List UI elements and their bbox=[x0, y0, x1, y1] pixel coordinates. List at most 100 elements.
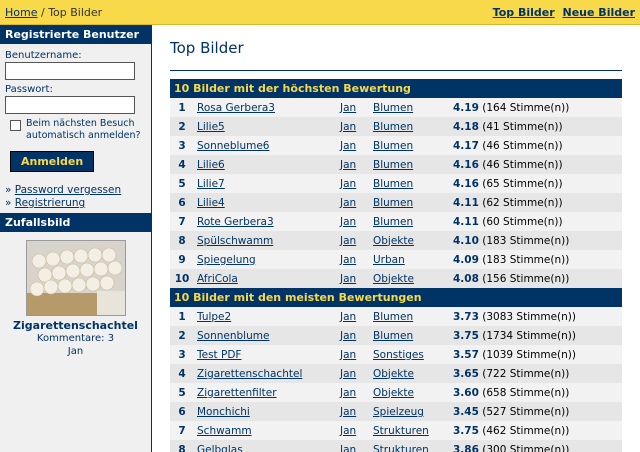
category-link[interactable]: Objekte bbox=[373, 273, 414, 285]
image-title-link[interactable]: Spülschwamm bbox=[197, 235, 273, 247]
rank-number: 3 bbox=[170, 136, 194, 155]
category-link[interactable]: Urban bbox=[373, 254, 405, 266]
vote-count: (41 Stimme(n)) bbox=[482, 120, 563, 133]
forgot-password-link[interactable]: Password vergessen bbox=[15, 184, 121, 196]
user-link[interactable]: Jan bbox=[340, 159, 356, 171]
table-row: 3 Sonneblume6 Jan Blumen 4.17 (46 Stimme(n)) bbox=[170, 136, 622, 155]
user-link[interactable]: Jan bbox=[340, 330, 356, 342]
category-link[interactable]: Spielzeug bbox=[373, 406, 424, 418]
category-link[interactable]: Sonstiges bbox=[373, 349, 424, 361]
user-link[interactable]: Jan bbox=[340, 254, 356, 266]
image-title-link[interactable]: Lilie5 bbox=[197, 121, 225, 133]
user-link[interactable]: Jan bbox=[340, 425, 356, 437]
rank-number: 7 bbox=[170, 421, 194, 440]
rating-value: 4.17 bbox=[453, 139, 479, 152]
rating-value: 3.65 bbox=[453, 367, 479, 380]
category-link[interactable]: Blumen bbox=[373, 121, 413, 133]
top-rated-section-title: 10 Bilder mit der höchsten Bewertung bbox=[170, 79, 622, 98]
image-title-link[interactable]: Zigarettenfilter bbox=[197, 387, 277, 399]
autologin-option: Beim nächsten Besuch automatisch anmelde… bbox=[5, 118, 146, 142]
user-link[interactable]: Jan bbox=[340, 140, 356, 152]
table-row: 1 Tulpe2 Jan Blumen 3.73 (3083 Stimme(n)) bbox=[170, 307, 622, 326]
vote-count: (164 Stimme(n)) bbox=[482, 101, 570, 114]
table-row: 7 Schwamm Jan Strukturen 3.75 (462 Stimme(n)… bbox=[170, 421, 622, 440]
image-title-link[interactable]: AfriCola bbox=[197, 273, 238, 285]
arrow-icon: » bbox=[5, 184, 15, 196]
top-bar: Home / Top Bilder Top Bilder Neue Bilder bbox=[0, 0, 640, 25]
image-title-link[interactable]: Spiegelung bbox=[197, 254, 256, 266]
rank-number: 4 bbox=[170, 364, 194, 383]
user-link[interactable]: Jan bbox=[340, 349, 356, 361]
table-row: 6 Lilie4 Jan Blumen 4.11 (62 Stimme(n)) bbox=[170, 193, 622, 212]
register-link[interactable]: Registrierung bbox=[15, 197, 85, 209]
image-title-link[interactable]: Rote Gerbera3 bbox=[197, 216, 274, 228]
arrow-icon: » bbox=[5, 197, 15, 209]
username-input[interactable] bbox=[5, 62, 135, 80]
table-row: 8 Gelbglas Jan Strukturen 3.86 (300 Stimme(n… bbox=[170, 440, 622, 452]
random-image-user: Jan bbox=[67, 346, 84, 357]
breadcrumb-home-link[interactable]: Home bbox=[5, 6, 37, 19]
category-link[interactable]: Blumen bbox=[373, 140, 413, 152]
image-title-link[interactable]: Lilie4 bbox=[197, 197, 225, 209]
rank-number: 7 bbox=[170, 212, 194, 231]
user-link[interactable]: Jan bbox=[340, 197, 356, 209]
category-link[interactable]: Strukturen bbox=[373, 425, 429, 437]
vote-count: (3083 Stimme(n)) bbox=[482, 310, 576, 323]
category-link[interactable]: Blumen bbox=[373, 197, 413, 209]
image-title-link[interactable]: Lilie7 bbox=[197, 178, 225, 190]
user-link[interactable]: Jan bbox=[340, 102, 356, 114]
category-link[interactable]: Objekte bbox=[373, 387, 414, 399]
vote-count: (62 Stimme(n)) bbox=[482, 196, 563, 209]
rank-number: 9 bbox=[170, 250, 194, 269]
vote-count: (46 Stimme(n)) bbox=[482, 158, 563, 171]
vote-count: (1734 Stimme(n)) bbox=[482, 329, 576, 342]
user-link[interactable]: Jan bbox=[340, 273, 356, 285]
image-title-link[interactable]: Monchichi bbox=[197, 406, 250, 418]
category-link[interactable]: Strukturen bbox=[373, 444, 429, 452]
image-title-link[interactable]: Tulpe2 bbox=[197, 311, 231, 323]
user-link[interactable]: Jan bbox=[340, 178, 356, 190]
image-title-link[interactable]: Gelbglas bbox=[197, 444, 243, 452]
user-link[interactable]: Jan bbox=[340, 311, 356, 323]
breadcrumb: Home / Top Bilder bbox=[5, 6, 102, 19]
image-title-link[interactable]: Test PDF bbox=[197, 349, 241, 361]
user-link[interactable]: Jan bbox=[340, 216, 356, 228]
category-link[interactable]: Blumen bbox=[373, 216, 413, 228]
rating-value: 4.19 bbox=[453, 101, 479, 114]
autologin-checkbox[interactable] bbox=[10, 120, 21, 131]
random-image-thumbnail[interactable] bbox=[25, 240, 126, 316]
image-title-link[interactable]: Lilie6 bbox=[197, 159, 225, 171]
category-link[interactable]: Blumen bbox=[373, 178, 413, 190]
category-link[interactable]: Objekte bbox=[373, 235, 414, 247]
vote-count: (183 Stimme(n)) bbox=[482, 253, 570, 266]
table-row: 5 Zigarettenfilter Jan Objekte 3.60 (658 Sti… bbox=[170, 383, 622, 402]
autologin-label: Beim nächsten Besuch automatisch anmelde… bbox=[26, 118, 141, 141]
category-link[interactable]: Blumen bbox=[373, 311, 413, 323]
user-link[interactable]: Jan bbox=[340, 387, 356, 399]
image-title-link[interactable]: Rosa Gerbera3 bbox=[197, 102, 275, 114]
category-link[interactable]: Blumen bbox=[373, 102, 413, 114]
rank-number: 5 bbox=[170, 174, 194, 193]
image-title-link[interactable]: Sonnenblume bbox=[197, 330, 269, 342]
rating-value: 3.73 bbox=[453, 310, 479, 323]
image-title-link[interactable]: Schwamm bbox=[197, 425, 252, 437]
category-link[interactable]: Objekte bbox=[373, 368, 414, 380]
image-title-link[interactable]: Sonneblume6 bbox=[197, 140, 269, 152]
table-row: 3 Test PDF Jan Sonstiges 3.57 (1039 Stimme(n… bbox=[170, 345, 622, 364]
user-link[interactable]: Jan bbox=[340, 368, 356, 380]
category-link[interactable]: Blumen bbox=[373, 159, 413, 171]
image-title-link[interactable]: Zigarettenschachtel bbox=[197, 368, 302, 380]
user-link[interactable]: Jan bbox=[340, 406, 356, 418]
user-link[interactable]: Jan bbox=[340, 444, 356, 452]
category-link[interactable]: Blumen bbox=[373, 330, 413, 342]
user-link[interactable]: Jan bbox=[340, 235, 356, 247]
login-button[interactable]: Anmelden bbox=[10, 151, 95, 172]
nav-neue-bilder-link[interactable]: Neue Bilder bbox=[563, 6, 635, 19]
nav-top-bilder-link[interactable]: Top Bilder bbox=[493, 6, 555, 19]
random-image-name[interactable]: Zigarettenschachtel bbox=[0, 319, 151, 332]
main-content: Top Bilder 10 Bilder mit der höchsten Be… bbox=[170, 25, 622, 452]
user-link[interactable]: Jan bbox=[340, 121, 356, 133]
rating-value: 4.18 bbox=[453, 120, 479, 133]
password-input[interactable] bbox=[5, 96, 135, 114]
vote-count: (60 Stimme(n)) bbox=[482, 215, 563, 228]
